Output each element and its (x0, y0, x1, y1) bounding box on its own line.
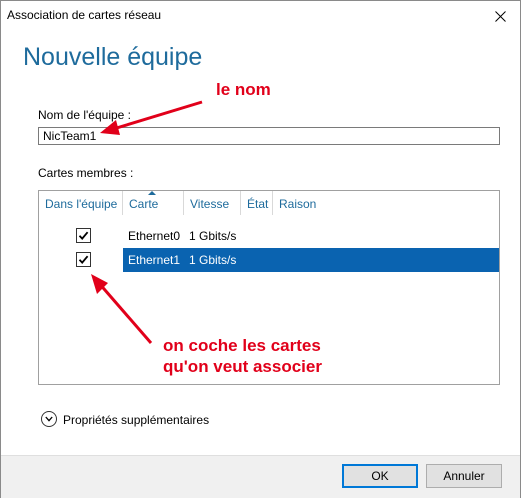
chevron-down-icon (45, 416, 53, 422)
team-name-label: Nom de l'équipe : (38, 108, 132, 122)
title-bar: Association de cartes réseau (1, 1, 520, 31)
row-cells: Ethernet0 1 Gbits/s (123, 224, 499, 248)
close-button[interactable] (480, 1, 520, 31)
annotation-check-line2: qu'on veut associer (163, 357, 322, 376)
close-icon (494, 10, 506, 22)
card-name: Ethernet1 (128, 253, 181, 267)
checkmark-icon (78, 231, 89, 240)
window-title: Association de cartes réseau (7, 8, 162, 22)
card-speed: 1 Gbits/s (189, 253, 237, 267)
column-header-in-team[interactable]: Dans l'équipe (39, 191, 123, 215)
page-title: Nouvelle équipe (23, 43, 203, 71)
annotation-name: le nom (216, 80, 271, 99)
expand-button[interactable] (41, 411, 57, 427)
ok-button[interactable]: OK (342, 464, 418, 488)
table-row[interactable]: Ethernet0 1 Gbits/s (39, 224, 499, 248)
column-header-speed[interactable]: Vitesse (184, 191, 241, 215)
more-properties-label[interactable]: Propriétés supplémentaires (63, 413, 209, 427)
sort-ascending-icon (148, 191, 156, 195)
cancel-button[interactable]: Annuler (426, 464, 502, 488)
annotation-check-line1: on coche les cartes (163, 336, 321, 355)
card-name: Ethernet0 (128, 229, 181, 243)
button-bar: OK Annuler (1, 455, 520, 498)
table-row[interactable]: Ethernet1 1 Gbits/s (39, 248, 499, 272)
column-header-reason[interactable]: Raison (273, 191, 499, 215)
member-checkbox[interactable] (76, 252, 91, 267)
row-cells: Ethernet1 1 Gbits/s (123, 248, 499, 272)
member-checkbox[interactable] (76, 228, 91, 243)
card-speed: 1 Gbits/s (189, 229, 237, 243)
dialog-window: Association de cartes réseau Nouvelle éq… (0, 0, 521, 498)
column-header-state[interactable]: État (241, 191, 273, 215)
members-label: Cartes membres : (38, 166, 134, 180)
checkmark-icon (78, 255, 89, 264)
team-name-input[interactable] (38, 127, 500, 145)
column-header-card-label: Carte (129, 197, 159, 211)
